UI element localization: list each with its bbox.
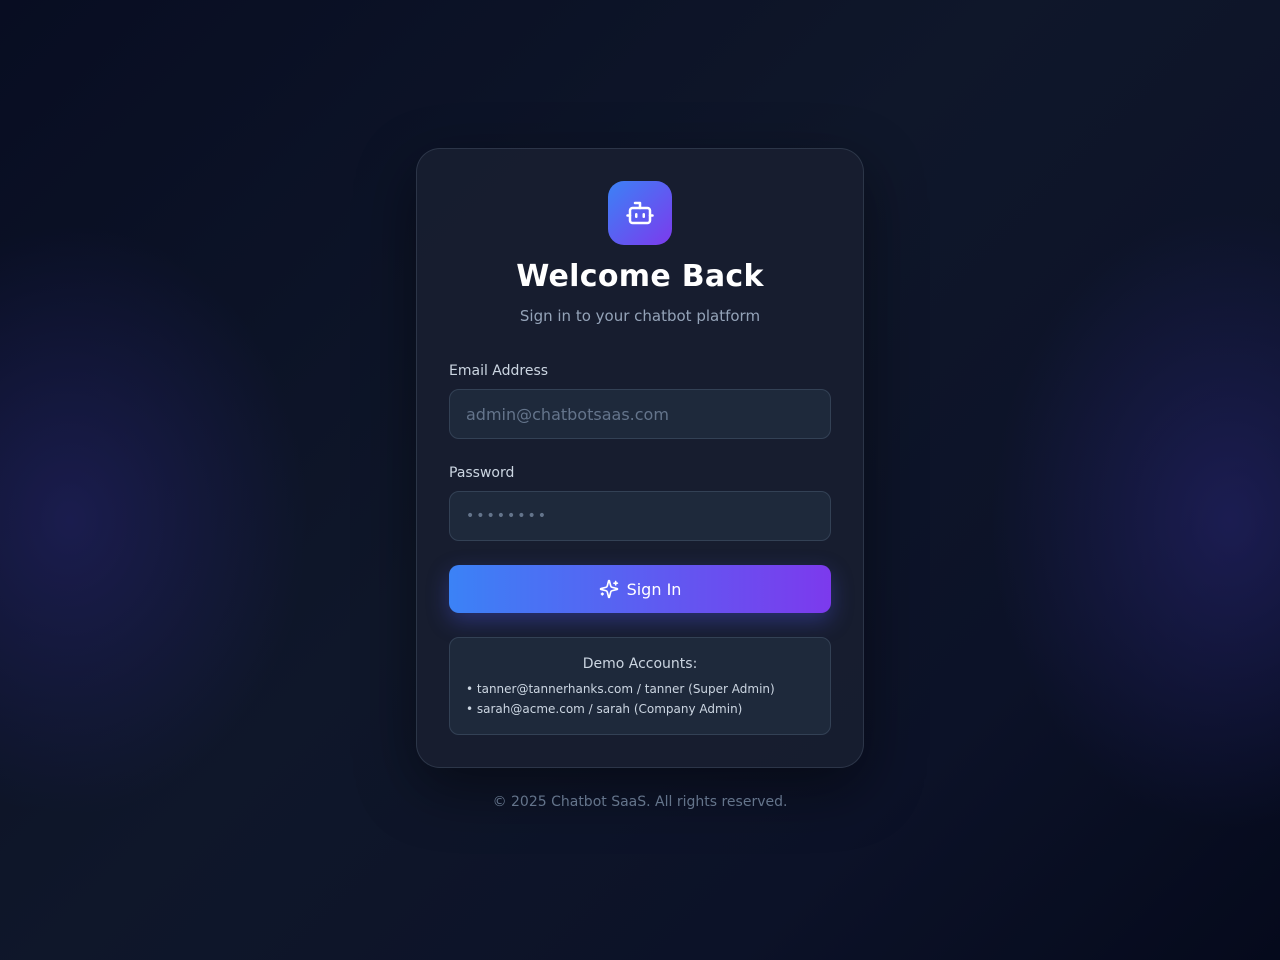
sparkles-icon [599, 579, 619, 599]
demo-account-line: • sarah@acme.com / sarah (Company Admin) [466, 702, 743, 716]
page-title: Welcome Back [516, 259, 764, 294]
password-label: Password [449, 465, 515, 481]
demo-accounts-title: Demo Accounts: [582, 656, 698, 672]
demo-account-line: • tanner@tannerhanks.com / tanner (Super… [466, 682, 775, 696]
footer-copyright: © 2025 Chatbot SaaS. All rights reserved… [492, 794, 788, 810]
login-card: Welcome Back Sign in to your chatbot pla… [416, 148, 864, 768]
password-field[interactable]: •••••••• [449, 491, 831, 541]
sign-in-label: Sign In [626, 579, 682, 599]
email-label: Email Address [449, 363, 549, 379]
page-subtitle: Sign in to your chatbot platform [519, 307, 761, 325]
demo-accounts-panel: Demo Accounts: • tanner@tannerhanks.com … [449, 637, 831, 735]
sign-in-button[interactable]: Sign In [449, 565, 831, 613]
robot-icon [608, 181, 672, 245]
email-field[interactable]: admin@chatbotsaas.com [449, 389, 831, 439]
